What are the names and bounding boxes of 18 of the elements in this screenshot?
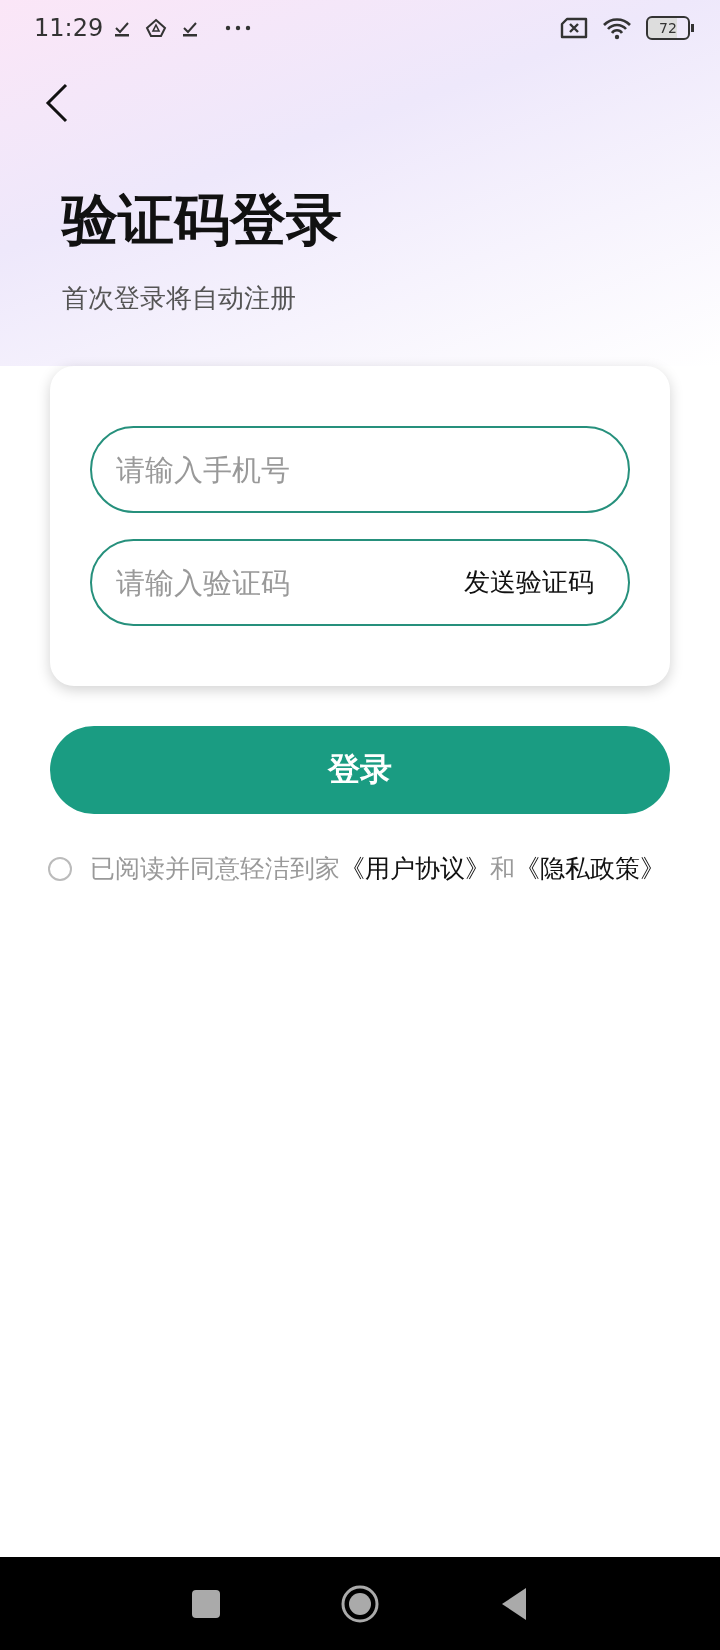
agreement-link[interactable]: 《用户协议》 [340,854,490,883]
page-subtitle: 首次登录将自动注册 [62,282,297,315]
back-icon[interactable] [44,83,70,123]
triangle-icon [145,17,168,38]
no-sim-icon [560,16,588,39]
agreement-text: 已阅读并同意轻洁到家《用户协议》和《隐私政策》 [90,853,665,885]
phone-field[interactable]: 请输入手机号 [90,426,630,513]
status-time: 11:29 [34,13,104,42]
more-icon [225,24,252,31]
wifi-icon [602,15,632,40]
send-code-button[interactable]: 发送验证码 [454,565,604,600]
page-title: 验证码登录 [62,186,343,254]
back-icon[interactable] [500,1586,528,1621]
recent-apps-icon[interactable] [192,1589,220,1618]
code-field[interactable]: 请输入验证码 发送验证码 [90,539,630,626]
agree-checkbox[interactable] [48,856,72,881]
home-icon[interactable] [340,1583,380,1624]
agreement-link[interactable]: 《隐私政策》 [515,854,665,883]
